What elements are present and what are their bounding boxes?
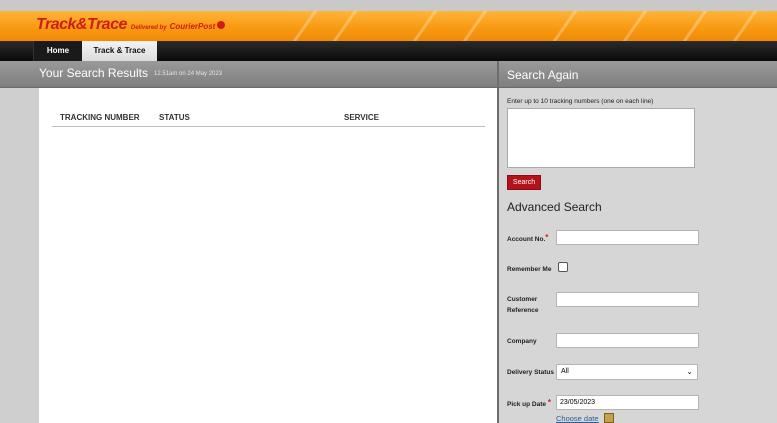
results-header: Your Search Results 12.51am on 24 May 20… xyxy=(0,61,498,88)
customer-reference-label-line1: Customer xyxy=(507,296,538,303)
tracking-numbers-input[interactable] xyxy=(507,108,695,168)
top-strip xyxy=(0,0,777,11)
results-timestamp: 12.51am on 24 May 2023 xyxy=(154,71,223,77)
column-header-tracking-number[interactable]: TRACKING NUMBER xyxy=(60,113,140,122)
pickup-date-label-text: Pick up Date xyxy=(507,401,547,408)
required-marker: * xyxy=(545,233,549,242)
nav-tab-track-trace[interactable]: Track & Trace xyxy=(82,41,157,61)
courierpost-text: CourierPost xyxy=(169,22,216,31)
company-input[interactable] xyxy=(556,333,699,348)
results-title: Your Search Results xyxy=(39,66,148,80)
track-trace-logo[interactable]: Track&Trace Delivered by CourierPost xyxy=(36,16,226,36)
advanced-search-title: Advanced Search xyxy=(507,200,602,214)
account-label: Account No.* xyxy=(507,233,548,245)
column-header-service[interactable]: SERVICE xyxy=(344,113,379,122)
account-number-input[interactable] xyxy=(556,230,699,245)
remember-me-label: Remember Me xyxy=(507,266,552,273)
customer-reference-input[interactable] xyxy=(556,292,699,307)
search-button[interactable]: Search xyxy=(507,175,541,190)
required-marker: * xyxy=(547,398,551,407)
pickup-date-input[interactable] xyxy=(556,395,699,410)
delivered-by-text: Delivered by xyxy=(130,25,167,31)
remember-me-checkbox[interactable] xyxy=(558,262,568,272)
courierpost-logo-icon xyxy=(217,21,226,29)
chevron-down-icon: ⌄ xyxy=(686,367,693,376)
logo-text: Track&Trace xyxy=(36,16,127,33)
pickup-date-label: Pick up Date * xyxy=(507,398,551,410)
header-banner: Track&Trace Delivered by CourierPost xyxy=(0,11,777,41)
search-again-header: Search Again xyxy=(499,61,777,88)
company-label: Company xyxy=(507,338,537,345)
results-panel xyxy=(39,88,498,423)
search-again-title: Search Again xyxy=(507,68,579,82)
customer-reference-label-line2: Reference xyxy=(507,307,539,314)
table-header-rule xyxy=(52,126,485,127)
delivery-status-label: Delivery Status xyxy=(507,369,554,376)
delivery-status-value: All xyxy=(561,368,569,375)
nav-tab-home[interactable]: Home xyxy=(33,41,83,61)
column-header-status[interactable]: STATUS xyxy=(159,113,190,122)
delivery-status-select[interactable]: All ⌄ xyxy=(556,364,698,380)
account-label-text: Account No. xyxy=(507,236,546,243)
calendar-icon[interactable] xyxy=(604,413,614,423)
main-nav: Home Track & Trace xyxy=(0,41,777,61)
choose-date-link[interactable]: Choose date xyxy=(556,414,599,423)
tracking-hint: Enter up to 10 tracking numbers (one on … xyxy=(507,98,654,105)
